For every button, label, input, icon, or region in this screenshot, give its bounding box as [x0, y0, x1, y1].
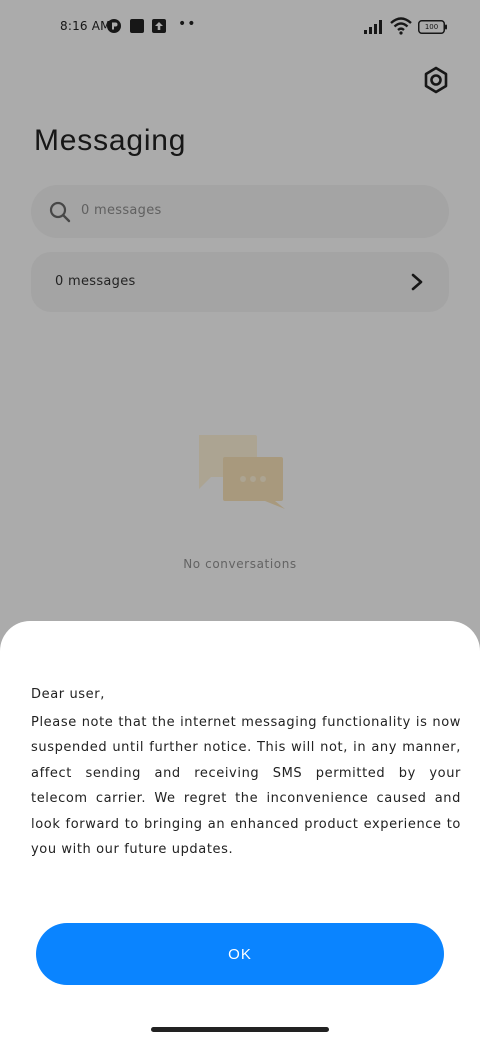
ok-button[interactable]: OK [36, 923, 444, 985]
notice-dialog: Dear user, Please note that the internet… [0, 621, 480, 1040]
dialog-message: Please note that the internet messaging … [31, 715, 461, 858]
dialog-greeting: Dear user, [31, 687, 105, 702]
home-indicator[interactable] [151, 1027, 329, 1032]
app-screen: 8:16 AM •• 100 Messaging 0 messages 0 me… [0, 0, 480, 1040]
